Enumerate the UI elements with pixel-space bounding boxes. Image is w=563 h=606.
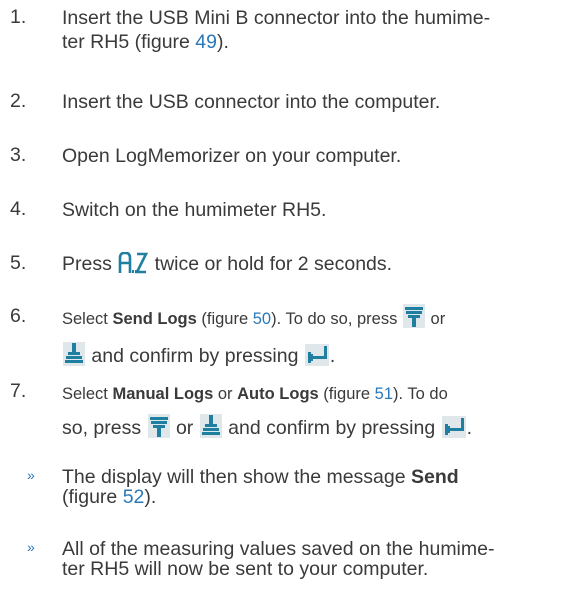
select-a-z-key-icon [118,251,149,281]
enter-key-icon [441,415,466,449]
figure-link[interactable]: 49 [195,31,217,53]
up-arrow-key-icon [199,414,222,449]
result-marker: » [27,467,35,483]
figure-link[interactable]: 50 [253,310,271,328]
step-text: Insert the USB Mini B connector into the… [62,7,491,53]
step-number: 1. [10,6,27,28]
step-number: 6. [10,305,27,327]
result-text: All of the measuring values saved on the… [62,538,495,580]
step-number: 4. [10,198,27,220]
step-text: Select Manual Logs or Auto Logs (figure … [62,376,553,449]
step-number: 7. [10,380,27,402]
down-arrow-key-icon [402,304,425,339]
up-arrow-key-icon [63,342,85,377]
enter-key-icon [304,343,329,377]
figure-link[interactable]: 52 [123,486,145,508]
step-number: 3. [10,144,27,166]
step-text: Switch on the humimeter RH5. [62,199,327,221]
figure-link[interactable]: 51 [375,385,393,403]
instruction-list: 1. Insert the USB Mini B connector into … [0,0,563,606]
step-text: Select Send Logs (figure 50). To do so, … [62,301,553,377]
down-arrow-key-icon [147,414,170,449]
step-number: 5. [10,252,27,274]
step-number: 2. [10,90,27,112]
step-text: Open LogMemorizer on your computer. [62,145,402,167]
result-text: The display will then show the message S… [62,466,459,508]
step-text: Press twice or hold for 2 seconds. [62,251,553,281]
result-marker: » [27,539,35,555]
step-text: Insert the USB connector into the comput… [62,91,441,113]
